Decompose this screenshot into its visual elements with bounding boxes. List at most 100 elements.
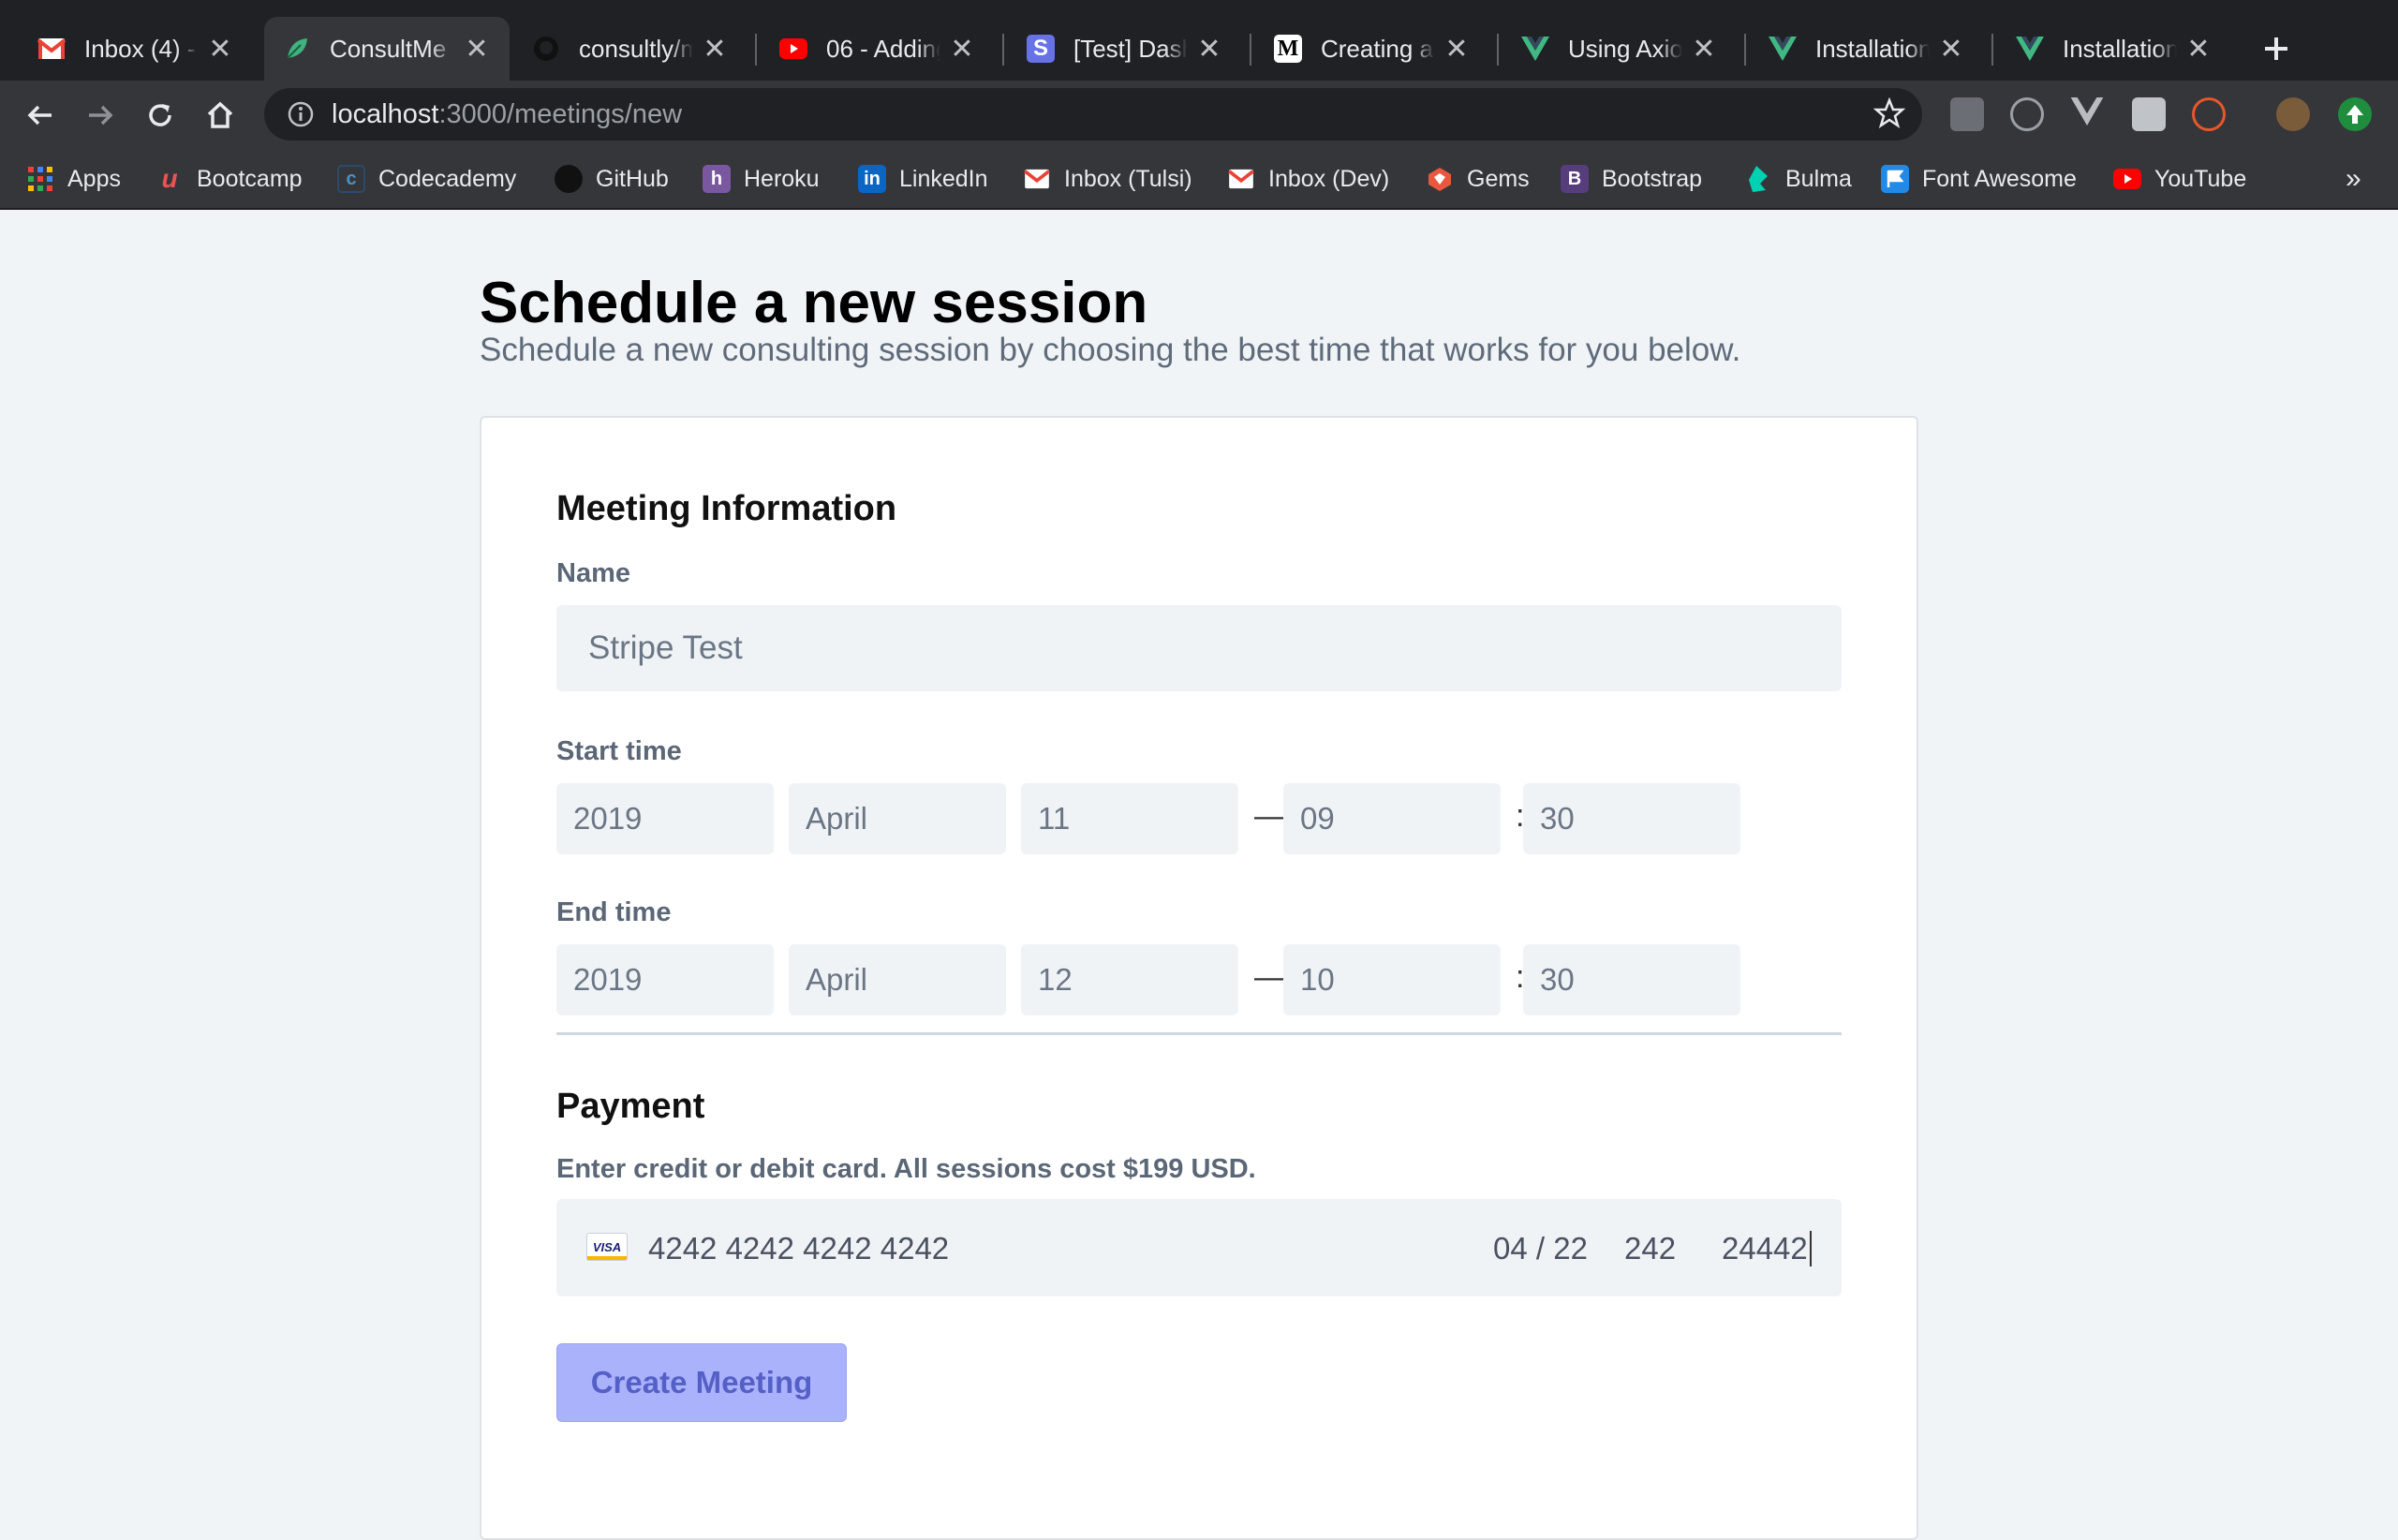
end-hour-select[interactable]: 10 [1283,944,1501,1015]
tab-medium-article[interactable]: M Creating an ✕ [1255,17,1489,81]
close-tab-icon[interactable]: ✕ [463,33,491,66]
date-time-separator: — [1254,959,1286,995]
tab-gmail-inbox[interactable]: Inbox (4) - e ✕ [19,17,253,81]
codecademy-icon: c [337,165,365,193]
name-input[interactable]: Stripe Test [556,605,1842,691]
arrow-right-icon [89,105,113,126]
date-time-separator: — [1254,798,1286,834]
visa-card-icon: VISA [586,1233,628,1261]
back-button[interactable] [19,94,62,137]
tab-consultme[interactable]: ConsultMe ✕ [264,17,510,81]
new-tab-button[interactable] [2246,22,2306,75]
page-content: Schedule a new session Schedule a new co… [0,210,2398,1540]
tab-vue-axios[interactable]: Using Axios ✕ [1502,17,1737,81]
medium-icon: M [1274,35,1302,63]
tab-vue-installation-2[interactable]: Installation ✕ [1997,17,2231,81]
card-element-input[interactable]: VISA 4242 4242 4242 4242 04 / 22 242 244… [556,1199,1842,1296]
card-number[interactable]: 4242 4242 4242 4242 [648,1231,949,1266]
forward-button[interactable] [79,94,122,137]
start-day-select[interactable]: 11 [1021,783,1238,854]
bookmark-linkedin[interactable]: in LinkedIn [858,159,988,199]
home-icon [207,101,233,128]
address-bar[interactable]: localhost:3000/meetings/new [264,88,1922,141]
bookmark-heroku[interactable]: h Heroku [703,159,820,199]
browser-toolbar: localhost:3000/meetings/new [0,81,2398,148]
close-tab-icon[interactable]: ✕ [2184,33,2213,66]
bookmark-star-icon[interactable] [1873,96,1906,134]
meeting-information-heading: Meeting Information [556,489,897,528]
page-title: Schedule a new session [480,271,1148,335]
start-hour-select[interactable]: 09 [1283,783,1501,854]
avatar[interactable] [2276,97,2310,131]
tab-separator [1991,34,1993,66]
bookmark-youtube[interactable]: YouTube [2113,159,2246,199]
youtube-icon [2113,165,2141,193]
card-zip[interactable]: 24442 [1722,1231,1812,1266]
tab-separator [755,34,757,66]
stripe-icon: S [1027,35,1055,63]
bookmark-bootstrap[interactable]: B Bootstrap [1561,159,1702,199]
tab-separator [1744,34,1746,66]
vue-icon [2016,35,2044,63]
tab-separator [1497,34,1499,66]
start-minute-select[interactable]: 30 [1523,783,1740,854]
bookmark-font-awesome[interactable]: Font Awesome [1881,159,2077,199]
extension-upwork-icon[interactable] [2132,97,2166,131]
bookmark-github[interactable]: GitHub [555,159,669,199]
extension-sync-icon[interactable] [2010,97,2044,131]
extension-office-icon[interactable] [1950,97,1984,131]
start-year-select[interactable]: 2019 [556,783,774,854]
start-time-label: Start time [556,736,682,766]
bookmark-inbox-dev[interactable]: Inbox (Dev) [1227,159,1389,199]
page-subtitle: Schedule a new consulting session by cho… [480,332,1741,368]
bookmarks-overflow-button[interactable]: » [2346,159,2361,199]
leaf-icon [283,35,311,63]
close-tab-icon[interactable]: ✕ [948,33,976,66]
bookmark-apps[interactable]: Apps [26,159,121,199]
bookmark-codecademy[interactable]: c Codecademy [337,159,516,199]
extension-vue-devtools-icon[interactable] [2070,97,2104,131]
bookmark-inbox-tulsi[interactable]: Inbox (Tulsi) [1023,159,1192,199]
tab-separator [1250,34,1251,66]
arrow-left-icon [27,105,52,126]
udemy-icon: u [161,164,178,193]
reload-button[interactable] [139,94,182,137]
end-month-select[interactable]: April [789,944,1006,1015]
update-arrow-icon[interactable] [2338,97,2372,131]
heroku-icon: h [703,165,731,193]
github-icon [555,165,583,193]
home-button[interactable] [199,94,242,137]
tab-separator [1002,34,1004,66]
bookmark-bootcamp[interactable]: u Bootcamp [155,159,302,199]
create-meeting-button[interactable]: Create Meeting [556,1343,847,1422]
close-tab-icon[interactable]: ✕ [701,33,729,66]
card-expiry[interactable]: 04 / 22 [1493,1231,1588,1266]
linkedin-icon: in [858,165,886,193]
close-tab-icon[interactable]: ✕ [1195,33,1223,66]
card-cvc[interactable]: 242 [1624,1231,1676,1266]
bookmark-gems[interactable]: Gems [1426,159,1530,199]
name-label: Name [556,558,630,588]
start-month-select[interactable]: April [789,783,1006,854]
tab-youtube-video[interactable]: 06 - Adding ✕ [761,17,995,81]
bookmark-bulma[interactable]: Bulma [1744,159,1852,199]
end-year-select[interactable]: 2019 [556,944,774,1015]
close-tab-icon[interactable]: ✕ [1443,33,1471,66]
youtube-icon [779,35,807,63]
end-day-select[interactable]: 12 [1021,944,1238,1015]
tab-github-consultly[interactable]: consultly/m ✕ [513,17,748,81]
bulma-icon [1744,165,1772,193]
vue-icon [1521,35,1549,63]
ruby-gem-icon [1426,165,1454,193]
end-minute-select[interactable]: 30 [1523,944,1740,1015]
gmail-icon [37,35,66,63]
info-icon[interactable] [287,100,315,128]
gmail-icon [1023,165,1051,193]
close-tab-icon[interactable]: ✕ [1690,33,1718,66]
tab-stripe-dashboard[interactable]: S [Test] Dash ✕ [1008,17,1242,81]
close-tab-icon[interactable]: ✕ [1937,33,1965,66]
gmail-icon [1227,165,1255,193]
close-tab-icon[interactable]: ✕ [206,33,234,66]
extension-fingerprint-icon[interactable] [2192,97,2226,131]
tab-vue-installation[interactable]: Installation ✕ [1750,17,1984,81]
